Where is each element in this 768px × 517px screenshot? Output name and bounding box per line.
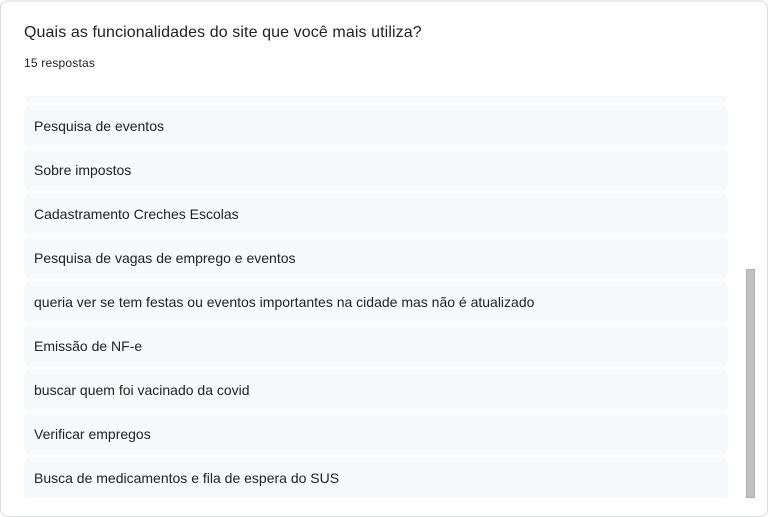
scrollbar-thumb[interactable] [746, 269, 755, 498]
response-item: Emissão de NF-e [24, 326, 728, 366]
response-item: buscar quem foi vacinado da covid [24, 370, 728, 410]
response-item: Verificar empregos [24, 414, 728, 454]
response-item: Cadastramento Creches Escolas [24, 194, 728, 234]
response-item: Sobre impostos [24, 150, 728, 190]
responses-list[interactable]: Pesquisa de eventos Sobre impostos Cadastr… [24, 96, 728, 498]
response-item: Busca de medicamentos e fila de espera d… [24, 458, 728, 498]
scrollbar-track[interactable] [746, 96, 756, 498]
response-item [24, 96, 728, 102]
response-count: 15 respostas [24, 56, 96, 70]
question-summary-card: Quais as funcionalidades do site que voc… [0, 0, 768, 517]
response-item: queria ver se tem festas ou eventos impo… [24, 282, 728, 322]
responses-list-content: Pesquisa de eventos Sobre impostos Cadastr… [24, 96, 728, 498]
response-item: Pesquisa de eventos [24, 106, 728, 146]
response-item: Pesquisa de vagas de emprego e eventos [24, 238, 728, 278]
question-title: Quais as funcionalidades do site que voc… [24, 24, 422, 41]
